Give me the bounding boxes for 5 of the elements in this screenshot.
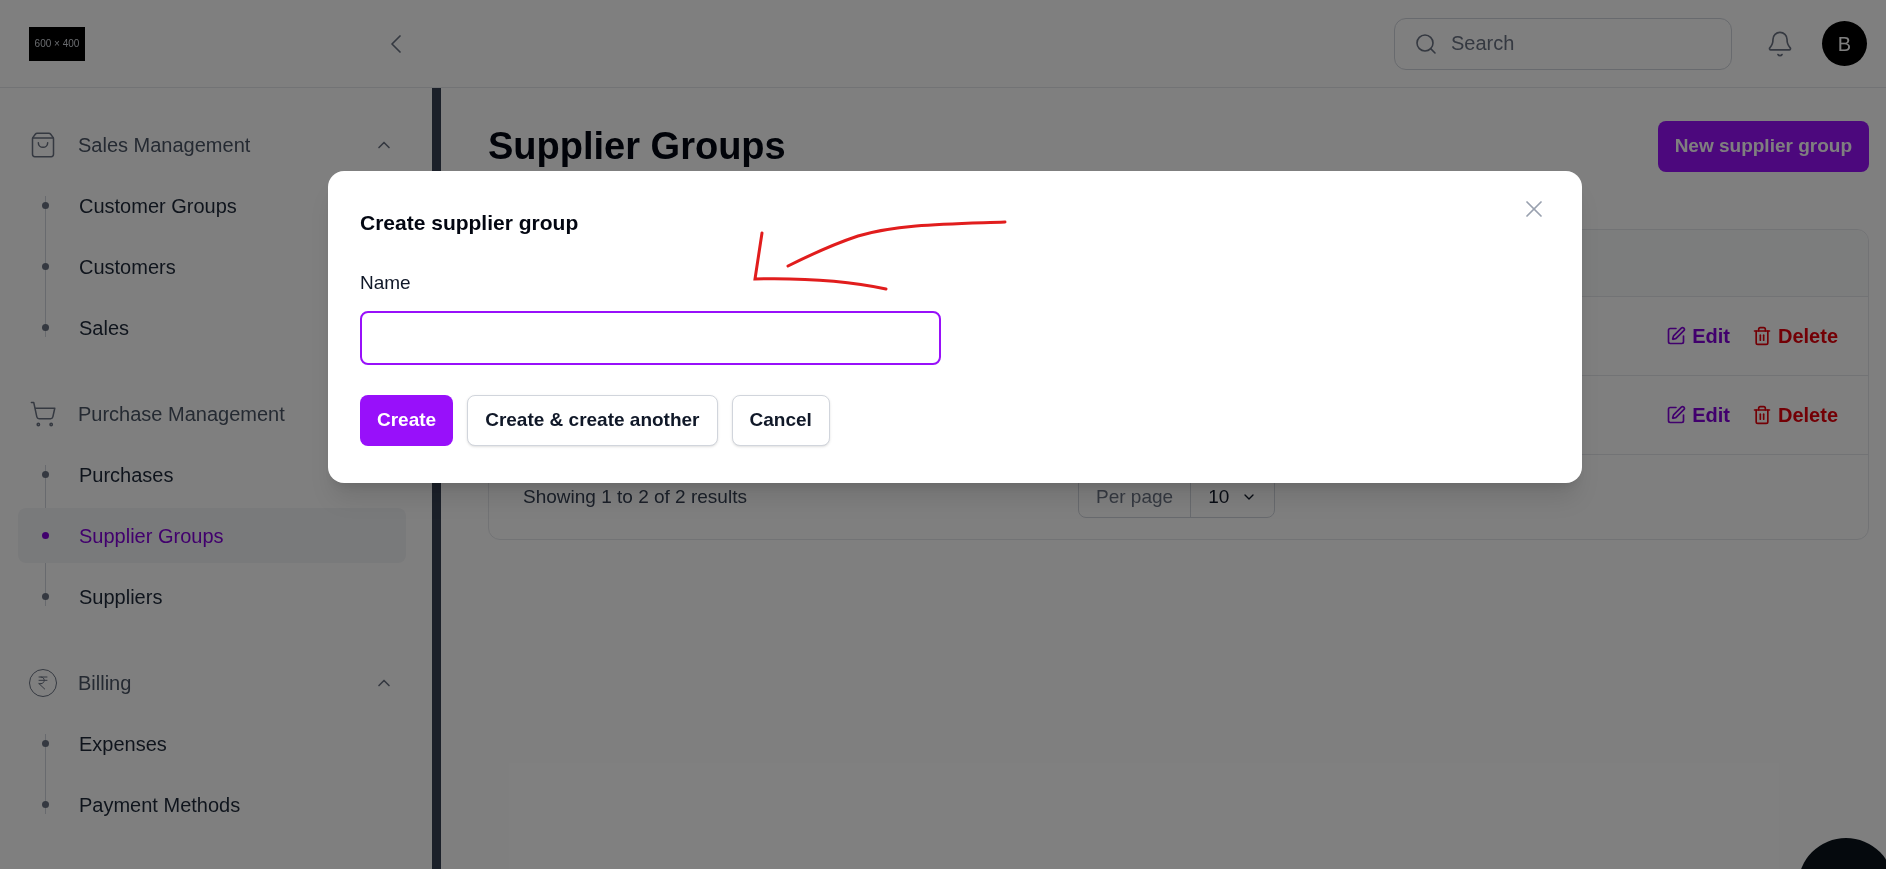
page-title: Supplier Groups: [488, 124, 786, 169]
results-summary: Showing 1 to 2 of 2 results: [523, 484, 748, 509]
modal-title: Create supplier group: [360, 210, 579, 236]
field-label: Name: [360, 270, 412, 295]
logo-text: 600 × 400: [34, 37, 80, 51]
